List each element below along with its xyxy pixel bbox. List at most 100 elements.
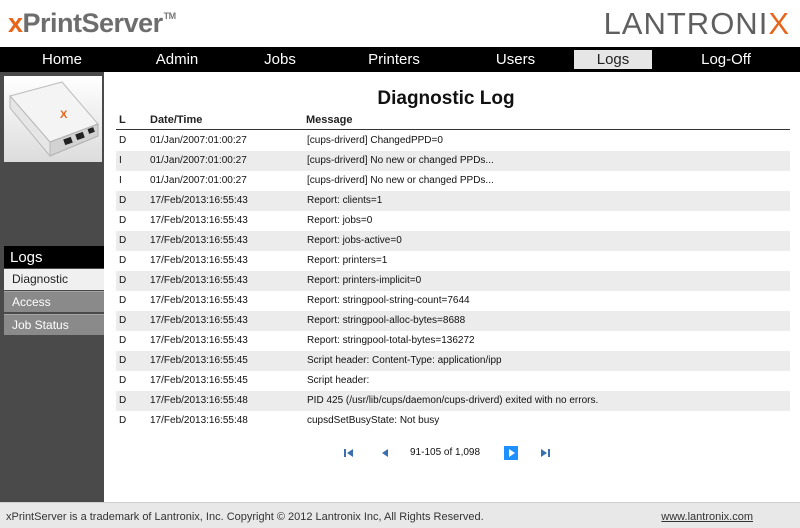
cell-level: I <box>119 175 122 186</box>
table-row: D 17/Feb/2013:16:55:48 cupsdSetBusyState… <box>116 411 790 431</box>
cell-datetime: 17/Feb/2013:16:55:43 <box>150 275 248 286</box>
table-row: D 17/Feb/2013:16:55:43 Report: printers=… <box>116 251 790 271</box>
table-row: D 17/Feb/2013:16:55:43 Report: stringpoo… <box>116 311 790 331</box>
nav-printers[interactable]: Printers <box>330 50 458 69</box>
nav-users[interactable]: Users <box>458 50 573 69</box>
cell-datetime: 17/Feb/2013:16:55:43 <box>150 235 248 246</box>
xprintserver-logo: xPrintServerTM <box>8 8 176 39</box>
cell-message: PID 425 (/usr/lib/cups/daemon/cups-drive… <box>307 395 599 406</box>
sidebar-item-access[interactable]: Access <box>4 291 104 312</box>
print-server-device-icon: X <box>4 76 102 162</box>
cell-datetime: 17/Feb/2013:16:55:48 <box>150 395 248 406</box>
cell-message: [cups-driverd] ChangedPPD=0 <box>307 135 443 146</box>
sidebar-item-diagnostic[interactable]: Diagnostic <box>4 269 104 290</box>
table-row: D 17/Feb/2013:16:55:43 Report: clients=1 <box>116 191 790 211</box>
page-title: Diagnostic Log <box>377 88 515 109</box>
cell-datetime: 01/Jan/2007:01:00:27 <box>150 175 247 186</box>
cell-level: D <box>119 295 127 306</box>
cell-level: D <box>119 255 127 266</box>
cell-message: Script header: Content-Type: application… <box>307 355 502 366</box>
column-header-datetime: Date/Time <box>150 114 203 126</box>
table-row: D 17/Feb/2013:16:55:45 Script header: Co… <box>116 351 790 371</box>
table-row: D 17/Feb/2013:16:55:43 Report: stringpoo… <box>116 331 790 351</box>
first-page-icon[interactable] <box>342 446 356 460</box>
sidebar: X Logs Diagnostic Access Job Status <box>0 72 104 502</box>
copyright-text: xPrintServer is a trademark of Lantronix… <box>6 511 484 523</box>
cell-level: D <box>119 335 127 346</box>
lantronix-logo: LANTRONIX <box>604 6 790 42</box>
cell-level: D <box>119 135 127 146</box>
cell-message: Report: printers=1 <box>307 255 388 266</box>
cell-datetime: 17/Feb/2013:16:55:43 <box>150 255 248 266</box>
cell-level: D <box>119 415 127 426</box>
cell-level: D <box>119 215 127 226</box>
lantronix-website-link[interactable]: www.lantronix.com <box>661 511 753 523</box>
log-table-header: L Date/Time Message <box>116 114 790 128</box>
cell-level: D <box>119 355 127 366</box>
brand-x: x <box>8 8 23 38</box>
table-row: D 17/Feb/2013:16:55:43 Report: printers-… <box>116 271 790 291</box>
cell-datetime: 17/Feb/2013:16:55:43 <box>150 215 248 226</box>
cell-message: Script header: <box>307 375 370 386</box>
footer: xPrintServer is a trademark of Lantronix… <box>0 502 800 528</box>
table-row: D 17/Feb/2013:16:55:43 Report: stringpoo… <box>116 291 790 311</box>
cell-level: D <box>119 395 127 406</box>
sidebar-item-job-status[interactable]: Job Status <box>4 314 104 335</box>
sidebar-heading-logs: Logs <box>4 246 104 268</box>
cell-datetime: 17/Feb/2013:16:55:48 <box>150 415 248 426</box>
table-row: I 01/Jan/2007:01:00:27 [cups-driverd] No… <box>116 151 790 171</box>
cell-message: Report: stringpool-string-count=7644 <box>307 295 470 306</box>
header-divider <box>116 129 790 130</box>
table-row: D 01/Jan/2007:01:00:27 [cups-driverd] Ch… <box>116 131 790 151</box>
log-table-body: D 01/Jan/2007:01:00:27 [cups-driverd] Ch… <box>116 131 790 431</box>
app-header: xPrintServerTM LANTRONIX <box>0 0 800 46</box>
cell-datetime: 01/Jan/2007:01:00:27 <box>150 155 247 166</box>
nav-log-off[interactable]: Log-Off <box>652 50 800 69</box>
main-content: Diagnostic Log L Date/Time Message D 01/… <box>106 72 800 502</box>
last-page-icon[interactable] <box>538 446 552 460</box>
pagination: 91-105 of 1,098 <box>342 444 552 462</box>
cell-message: Report: stringpool-alloc-bytes=8688 <box>307 315 466 326</box>
cell-message: [cups-driverd] No new or changed PPDs... <box>307 155 494 166</box>
table-row: D 17/Feb/2013:16:55:43 Report: jobs-acti… <box>116 231 790 251</box>
cell-message: [cups-driverd] No new or changed PPDs... <box>307 175 494 186</box>
cell-datetime: 17/Feb/2013:16:55:45 <box>150 355 248 366</box>
cell-level: D <box>119 375 127 386</box>
nav-home[interactable]: Home <box>0 50 124 69</box>
brand-name: PrintServer <box>22 8 164 38</box>
cell-datetime: 01/Jan/2007:01:00:27 <box>150 135 247 146</box>
cell-level: D <box>119 195 127 206</box>
nav-logs[interactable]: Logs <box>574 50 652 69</box>
cell-message: Report: clients=1 <box>307 195 383 206</box>
page-range: 91-105 of 1,098 <box>410 447 481 458</box>
table-row: D 17/Feb/2013:16:55:45 Script header: <box>116 371 790 391</box>
device-image: X <box>4 76 102 162</box>
cell-level: I <box>119 155 122 166</box>
table-row: D 17/Feb/2013:16:55:48 PID 425 (/usr/lib… <box>116 391 790 411</box>
nav-jobs[interactable]: Jobs <box>230 50 330 69</box>
cell-level: D <box>119 235 127 246</box>
cell-datetime: 17/Feb/2013:16:55:43 <box>150 335 248 346</box>
column-header-level: L <box>119 114 126 126</box>
prev-page-icon[interactable] <box>378 446 392 460</box>
company-name: LANTRONI <box>603 6 769 41</box>
cell-level: D <box>119 275 127 286</box>
cell-message: Report: stringpool-total-bytes=136272 <box>307 335 475 346</box>
company-x: X <box>768 6 790 41</box>
cell-datetime: 17/Feb/2013:16:55:43 <box>150 315 248 326</box>
cell-message: Report: jobs=0 <box>307 215 373 226</box>
cell-datetime: 17/Feb/2013:16:55:45 <box>150 375 248 386</box>
cell-datetime: 17/Feb/2013:16:55:43 <box>150 195 248 206</box>
cell-message: Report: jobs-active=0 <box>307 235 402 246</box>
cell-datetime: 17/Feb/2013:16:55:43 <box>150 295 248 306</box>
cell-message: cupsdSetBusyState: Not busy <box>307 415 440 426</box>
table-row: D 17/Feb/2013:16:55:43 Report: jobs=0 <box>116 211 790 231</box>
svg-text:X: X <box>60 109 68 121</box>
nav-admin[interactable]: Admin <box>124 50 230 69</box>
brand-tm: TM <box>163 11 177 21</box>
main-nav: Home Admin Jobs Printers Users Logs Log-… <box>0 47 800 72</box>
column-header-message: Message <box>306 114 353 126</box>
table-row: I 01/Jan/2007:01:00:27 [cups-driverd] No… <box>116 171 790 191</box>
cell-message: Report: printers-implicit=0 <box>307 275 422 286</box>
next-page-icon[interactable] <box>504 446 518 460</box>
